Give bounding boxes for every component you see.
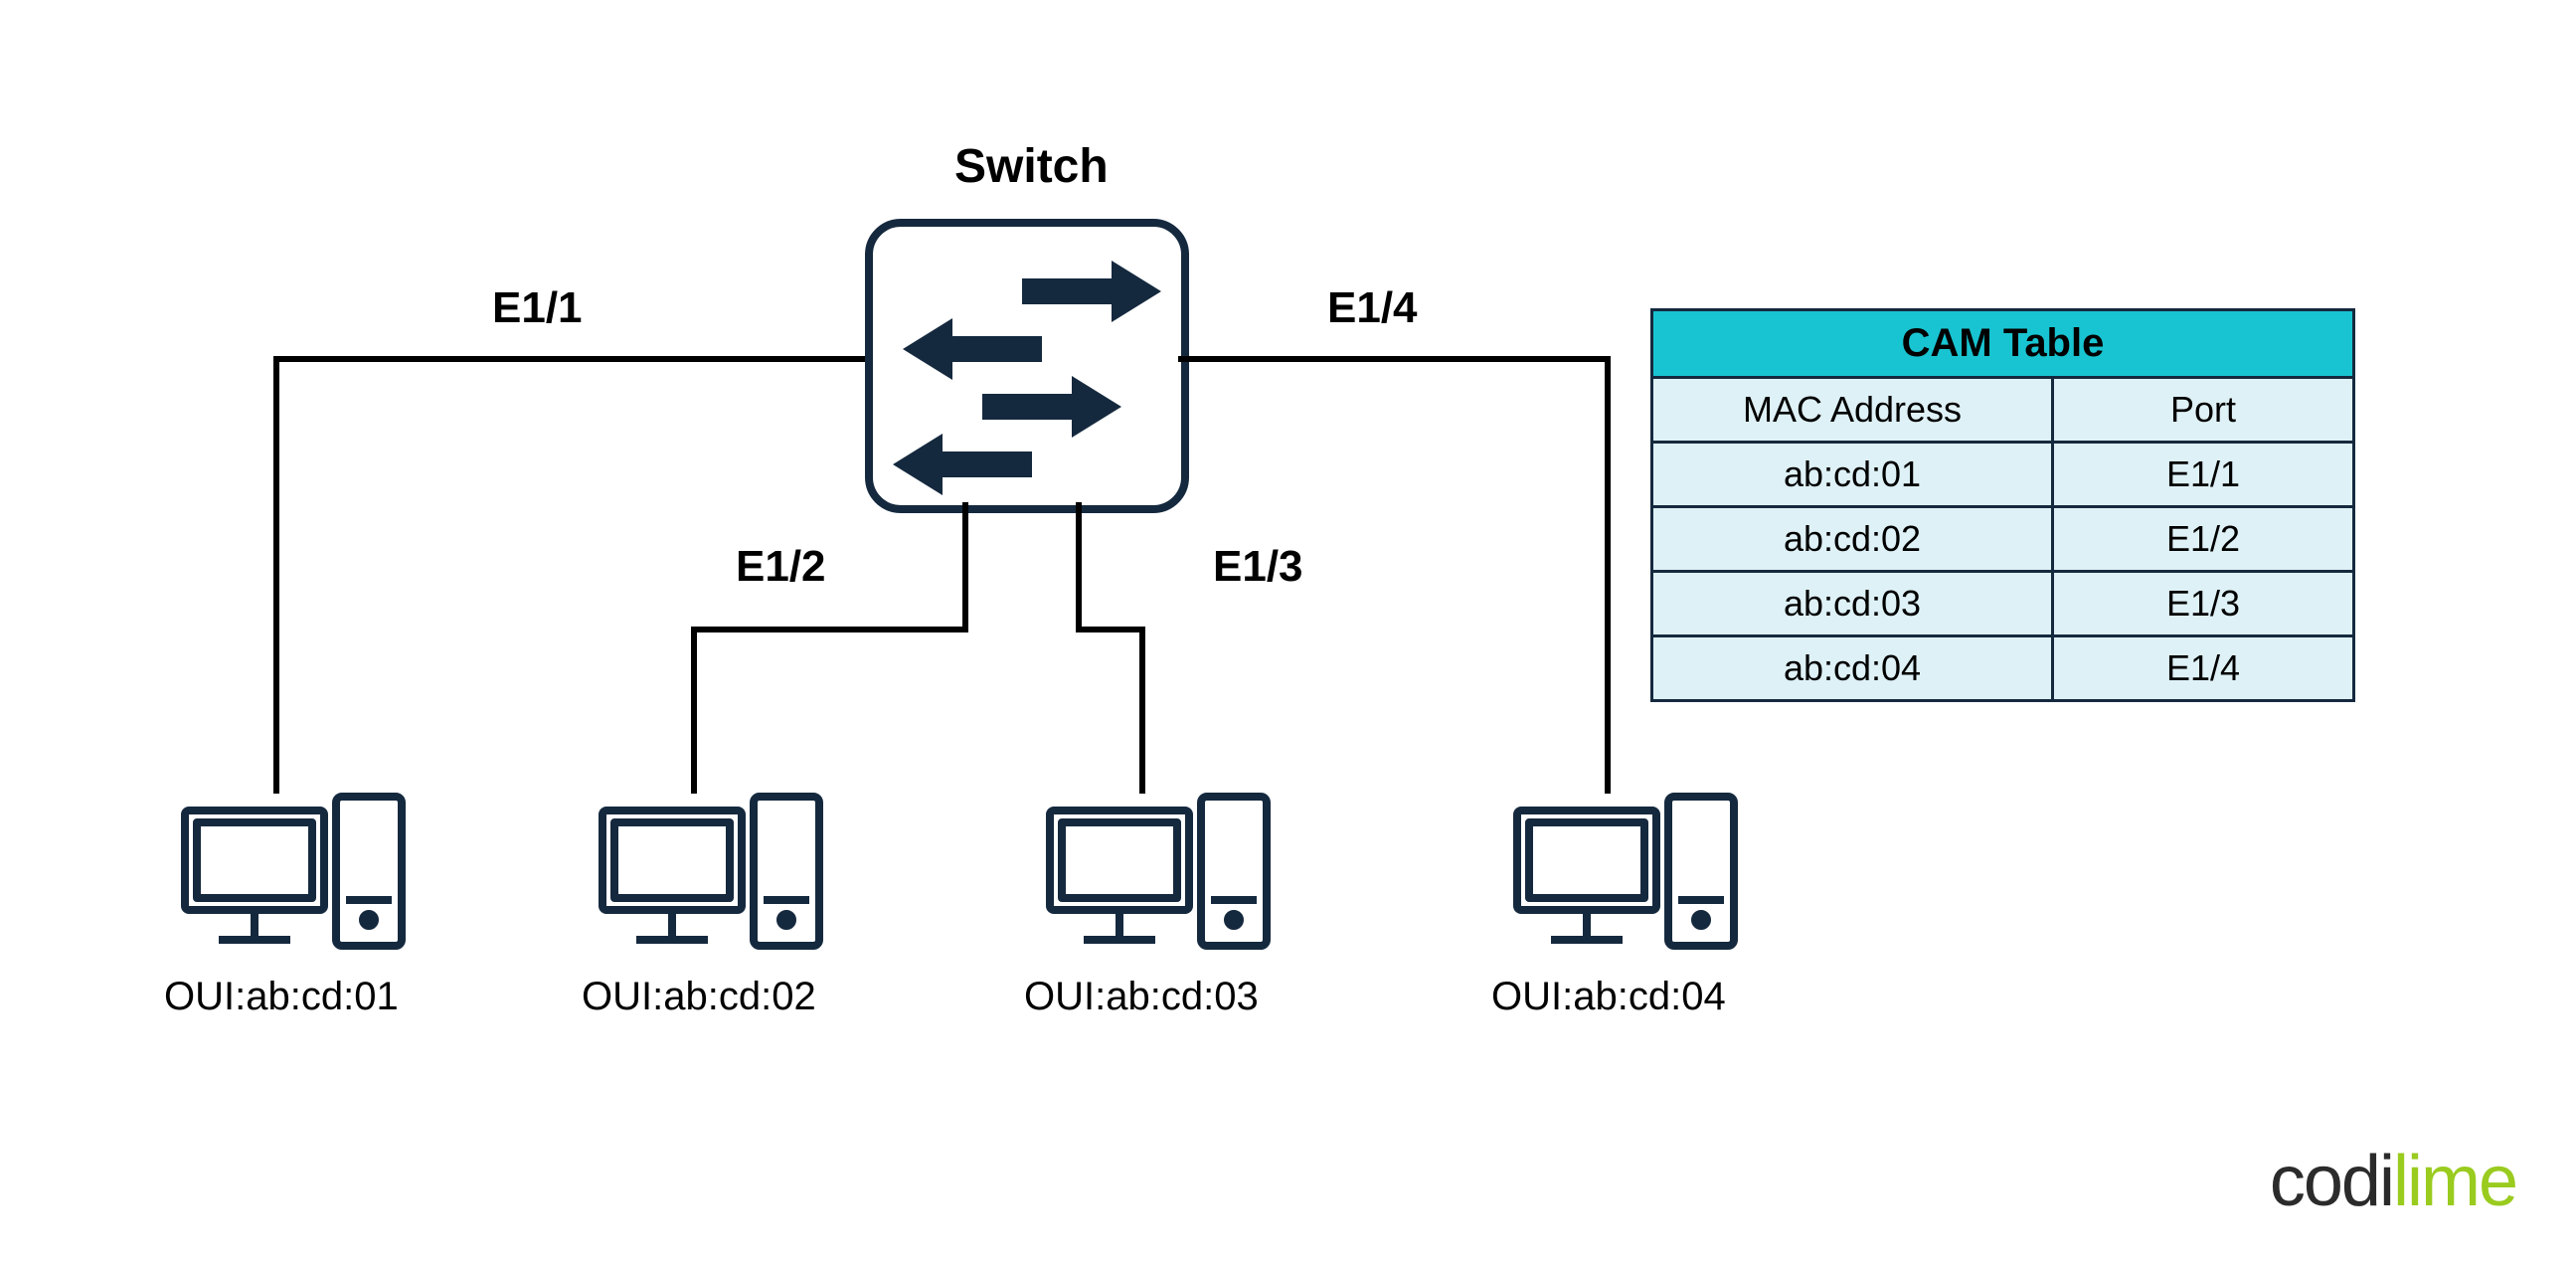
host-label-3: OUI:ab:cd:03 <box>1024 975 1259 1019</box>
cam-port: E1/3 <box>2053 572 2354 636</box>
cam-table-title: CAM Table <box>1652 310 2354 378</box>
link-e1-1-h <box>273 356 865 362</box>
computer-icon-2 <box>597 791 825 965</box>
link-e1-2-v2 <box>691 627 697 794</box>
switch-icon <box>865 219 1189 513</box>
link-e1-4-h <box>1178 356 1611 362</box>
computer-icon-3 <box>1044 791 1273 965</box>
logo-part1: codi <box>2270 1142 2393 1221</box>
host-label-2: OUI:ab:cd:02 <box>582 975 816 1019</box>
cam-port: E1/2 <box>2053 507 2354 572</box>
link-e1-4-v <box>1605 356 1611 794</box>
link-e1-2-v1 <box>962 502 968 631</box>
link-e1-3-v1 <box>1076 502 1082 631</box>
table-row: ab:cd:02 E1/2 <box>1652 507 2354 572</box>
host-label-4: OUI:ab:cd:04 <box>1491 975 1726 1019</box>
port-label-e1-4: E1/4 <box>1327 283 1418 333</box>
switch-title: Switch <box>954 139 1109 194</box>
link-e1-2-h <box>691 627 968 632</box>
cam-port: E1/1 <box>2053 443 2354 507</box>
logo-part2: lime <box>2393 1142 2516 1221</box>
codilime-logo: codilime <box>2270 1141 2516 1222</box>
cam-table: CAM Table MAC Address Port ab:cd:01 E1/1… <box>1650 308 2355 702</box>
host-label-1: OUI:ab:cd:01 <box>164 975 399 1019</box>
port-label-e1-2: E1/2 <box>736 542 826 592</box>
cam-col-port: Port <box>2053 378 2354 443</box>
table-row: ab:cd:04 E1/4 <box>1652 636 2354 701</box>
port-label-e1-3: E1/3 <box>1213 542 1303 592</box>
computer-icon-1 <box>179 791 408 965</box>
table-row: ab:cd:03 E1/3 <box>1652 572 2354 636</box>
cam-col-mac: MAC Address <box>1652 378 2053 443</box>
cam-mac: ab:cd:01 <box>1652 443 2053 507</box>
cam-mac: ab:cd:03 <box>1652 572 2053 636</box>
link-e1-1-v <box>273 356 279 794</box>
link-e1-3-h <box>1076 627 1145 632</box>
cam-port: E1/4 <box>2053 636 2354 701</box>
computer-icon-4 <box>1511 791 1740 965</box>
cam-mac: ab:cd:04 <box>1652 636 2053 701</box>
link-e1-3-v2 <box>1139 627 1145 794</box>
diagram-stage: Switch <box>0 0 2576 1262</box>
table-row: ab:cd:01 E1/1 <box>1652 443 2354 507</box>
cam-mac: ab:cd:02 <box>1652 507 2053 572</box>
port-label-e1-1: E1/1 <box>492 283 583 333</box>
